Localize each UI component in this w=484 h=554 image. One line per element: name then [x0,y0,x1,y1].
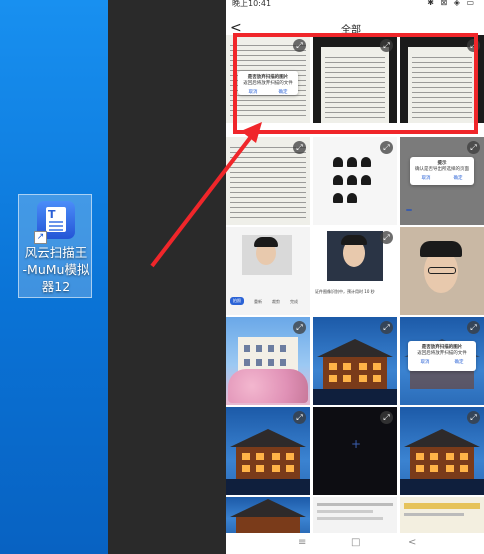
expand-icon[interactable]: ⤢ [293,411,306,424]
photo-thumbnail[interactable]: ⤢ [400,407,484,495]
expand-icon[interactable]: ⤢ [380,231,393,244]
desktop-shortcut-label: 风云扫描王 -MuMu模拟 器12 [22,245,90,294]
export-dialog: 提示 确认是否导出所选择的页面 取消 确定 [410,157,474,185]
highlight-box [233,33,478,134]
photo-mode-button[interactable]: 拍照 [230,297,244,305]
home-icon[interactable]: □ [351,537,360,548]
menu-icon[interactable]: ≡ [298,537,306,548]
expand-icon[interactable]: ⤢ [467,321,480,334]
photo-thumbnail[interactable] [313,497,397,533]
expand-icon[interactable]: ⤢ [380,321,393,334]
status-bar: 晚上10:41 ✱ ⊠ ◈ ▭ [226,0,484,9]
photo-thumbnail[interactable]: ⤢ [313,137,397,225]
photo-thumbnail[interactable]: 拍照 重新 裁剪 完成 [226,227,310,315]
photo-thumbnail[interactable]: + ⤢ [313,407,397,495]
shortcut-arrow-icon: ↗ [34,231,47,244]
photo-thumbnail[interactable] [400,227,484,315]
expand-icon[interactable]: ⤢ [380,411,393,424]
android-nav-bar: ≡ □ < [226,534,484,554]
photo-thumbnail[interactable]: ⤢ [226,407,310,495]
photo-thumbnail[interactable]: 提示 确认是否导出所选择的页面 取消 确定 ⤢ [400,137,484,225]
nav-back-icon[interactable]: < [408,537,416,548]
photo-thumbnail[interactable] [226,497,310,533]
expand-icon[interactable]: ⤢ [467,141,480,154]
status-time: 晚上10:41 [232,0,272,8]
photo-thumbnail[interactable]: ⤢ [226,317,310,405]
photo-thumbnail[interactable]: 证件图像识别中，预计用时 10 秒 ⤢ [313,227,397,315]
status-icons: ✱ ⊠ ◈ ▭ [427,0,476,7]
desktop-shortcut-fengyun-scanner[interactable]: T ↗ 风云扫描王 -MuMu模拟 器12 [18,194,92,298]
photo-thumbnail[interactable] [400,497,484,533]
expand-icon[interactable]: ⤢ [467,411,480,424]
gallery-topbar: < 全部 [226,9,484,36]
discard-dialog: 是否放弃扫描的图片 返回后将放弃扫描的文件 取消 确定 [408,341,476,371]
expand-icon[interactable]: ⤢ [293,141,306,154]
photo-thumbnail[interactable]: 是否放弃扫描的图片 返回后将放弃扫描的文件 取消 确定 ⤢ [400,317,484,405]
photo-thumbnail[interactable]: ⤢ [313,317,397,405]
emulator-background [108,0,226,554]
photo-thumbnail[interactable]: ⤢ [226,137,310,225]
expand-icon[interactable]: ⤢ [293,321,306,334]
expand-icon[interactable]: ⤢ [380,141,393,154]
